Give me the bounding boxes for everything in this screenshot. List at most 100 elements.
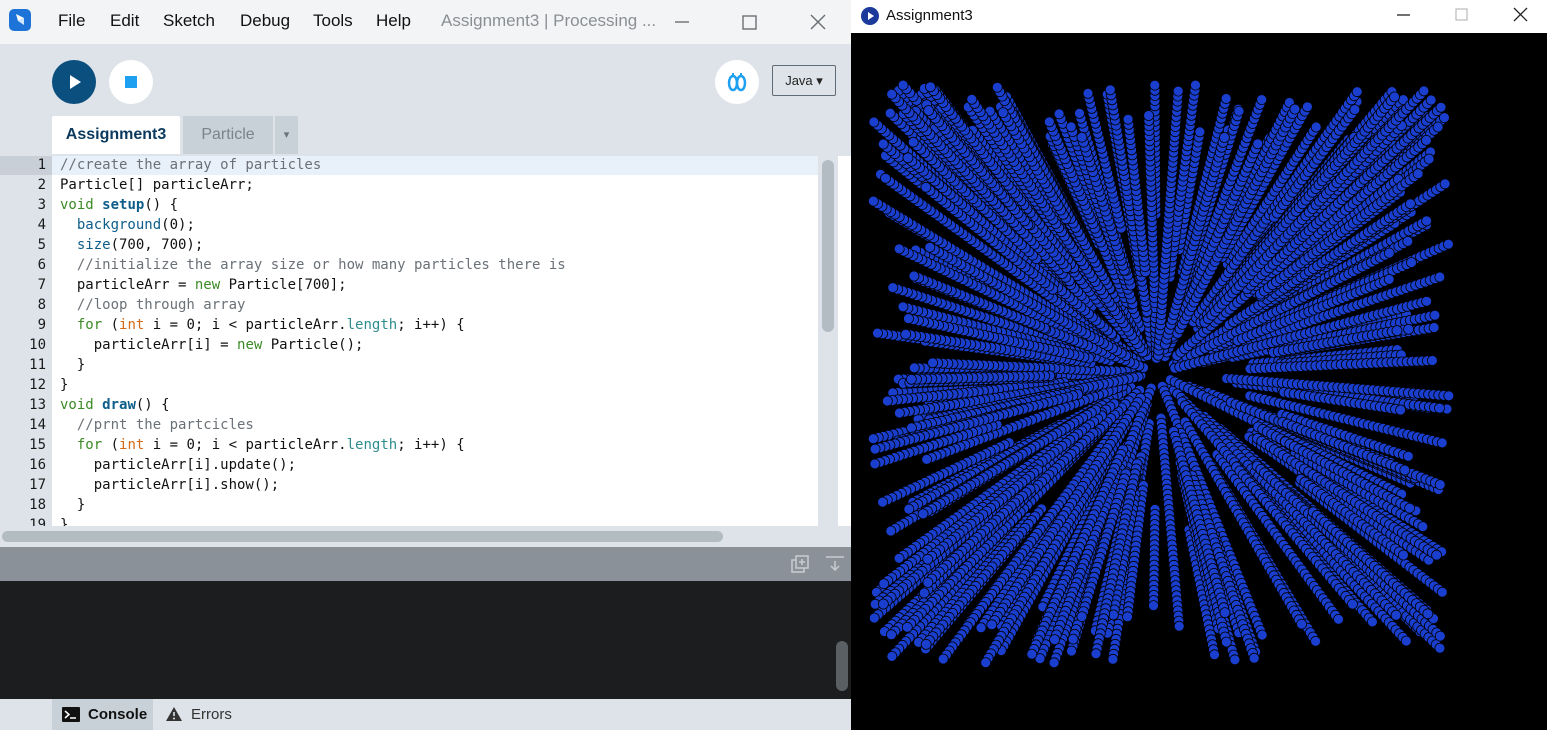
particle xyxy=(1220,93,1232,104)
code-token: (0); xyxy=(161,217,195,233)
console-icon xyxy=(62,707,80,722)
particle xyxy=(1434,271,1446,283)
code-token: //create the array of particles xyxy=(60,157,322,173)
processing-ide-window: File Edit Sketch Debug Tools Help Assign… xyxy=(0,0,851,730)
code-line: particleArr = new Particle[700]; xyxy=(60,277,347,293)
code-token: Particle(); xyxy=(262,337,364,353)
line-number: 10 xyxy=(29,337,46,353)
particle xyxy=(1048,657,1060,669)
editor-horizontal-scroll-thumb[interactable] xyxy=(2,531,723,542)
particle xyxy=(887,282,899,294)
code-line: void draw() { xyxy=(60,397,170,413)
line-number: 11 xyxy=(29,357,46,373)
console-scroll-thumb[interactable] xyxy=(836,641,848,691)
particle xyxy=(884,107,896,119)
line-number: 14 xyxy=(29,417,46,433)
particle xyxy=(1443,238,1454,250)
menu-debug[interactable]: Debug xyxy=(240,11,290,31)
maximize-icon[interactable] xyxy=(734,8,764,36)
code-token: int xyxy=(119,317,145,333)
console-tab[interactable]: Console xyxy=(52,699,153,730)
code-token: void xyxy=(60,197,94,213)
debug-icon xyxy=(727,73,747,92)
code-editor[interactable]: 1 2 3 4 5 6 7 8 9 10 11 12 13 14 15 16 17 18 19 //create t… xyxy=(0,156,851,526)
editor-horizontal-scrollbar[interactable] xyxy=(0,526,851,547)
line-number: 15 xyxy=(29,437,46,453)
particle xyxy=(872,327,883,339)
tab-menu-button[interactable]: ▾ xyxy=(275,116,298,154)
particle xyxy=(1417,521,1429,533)
line-number: 7 xyxy=(37,277,46,293)
sketch-canvas[interactable] xyxy=(851,33,1547,730)
code-line: for (int i = 0; i < particleArr.length; … xyxy=(60,317,465,333)
play-icon xyxy=(70,75,81,89)
line-number: 6 xyxy=(37,257,46,273)
menu-sketch[interactable]: Sketch xyxy=(163,11,215,31)
particle xyxy=(897,79,909,91)
code-token: Particle[700]; xyxy=(220,277,347,293)
code-line: Particle[] particleArr; xyxy=(60,177,254,193)
code-token: ( xyxy=(102,317,120,333)
code-line: } xyxy=(60,377,68,393)
new-window-icon[interactable] xyxy=(790,554,810,574)
particle xyxy=(886,651,898,662)
bottom-tab-bar: Console Errors xyxy=(0,699,851,730)
particle xyxy=(1403,323,1414,335)
code-line: void setup() { xyxy=(60,197,178,213)
stop-icon xyxy=(125,76,137,88)
particle xyxy=(1436,586,1448,598)
line-number: 16 xyxy=(29,457,46,473)
code-token: particleArr[i].show(); xyxy=(60,477,280,493)
code-token: setup xyxy=(102,197,145,213)
particle xyxy=(1402,235,1414,247)
sketch-app-icon xyxy=(861,7,879,25)
stop-button[interactable] xyxy=(109,60,153,104)
minimize-icon[interactable] xyxy=(1391,4,1417,28)
particle xyxy=(1209,649,1220,661)
code-token: particleArr[i] = xyxy=(60,337,238,353)
warning-icon xyxy=(166,707,182,721)
code-token: new xyxy=(237,337,263,353)
code-token: background xyxy=(76,217,162,233)
line-number: 1 xyxy=(37,157,46,173)
code-token: length xyxy=(346,317,398,333)
code-token: for xyxy=(76,437,103,453)
menu-help[interactable]: Help xyxy=(376,11,411,31)
code-line: } xyxy=(60,517,68,526)
code-line: background(0); xyxy=(60,217,195,233)
debug-button[interactable] xyxy=(715,60,759,104)
particle xyxy=(1149,79,1161,91)
minimize-icon[interactable] xyxy=(667,8,697,36)
code-token: } xyxy=(60,497,86,513)
close-icon[interactable] xyxy=(803,8,833,36)
code-line: } xyxy=(60,357,85,373)
line-number: 17 xyxy=(29,477,46,493)
menu-file[interactable]: File xyxy=(58,11,85,31)
code-line: //loop through array xyxy=(60,297,246,313)
code-line: //initialize the array size or how many … xyxy=(60,257,566,273)
particle xyxy=(975,622,987,634)
collapse-icon[interactable] xyxy=(824,554,846,574)
particle xyxy=(1310,121,1322,133)
code-token: ; i++) { xyxy=(397,317,465,333)
run-button[interactable] xyxy=(52,60,96,104)
particle xyxy=(900,328,912,340)
menu-tools[interactable]: Tools xyxy=(313,11,353,31)
code-token: for xyxy=(76,317,103,333)
line-number: 19 xyxy=(29,517,46,526)
tab-assignment3[interactable]: Assignment3 xyxy=(52,116,180,154)
line-number: 13 xyxy=(29,397,46,413)
tab-particle[interactable]: Particle xyxy=(183,116,273,154)
code-token: i = 0; i < particleArr. xyxy=(144,317,347,333)
menu-edit[interactable]: Edit xyxy=(110,11,139,31)
mode-selector[interactable]: Java ▾ xyxy=(772,65,836,96)
particle xyxy=(1148,600,1159,611)
close-icon[interactable] xyxy=(1508,4,1534,28)
code-line: size(700, 700); xyxy=(60,237,203,253)
console-output[interactable] xyxy=(0,581,851,699)
editor-vertical-scroll-thumb[interactable] xyxy=(822,160,834,332)
particle xyxy=(1107,653,1119,665)
